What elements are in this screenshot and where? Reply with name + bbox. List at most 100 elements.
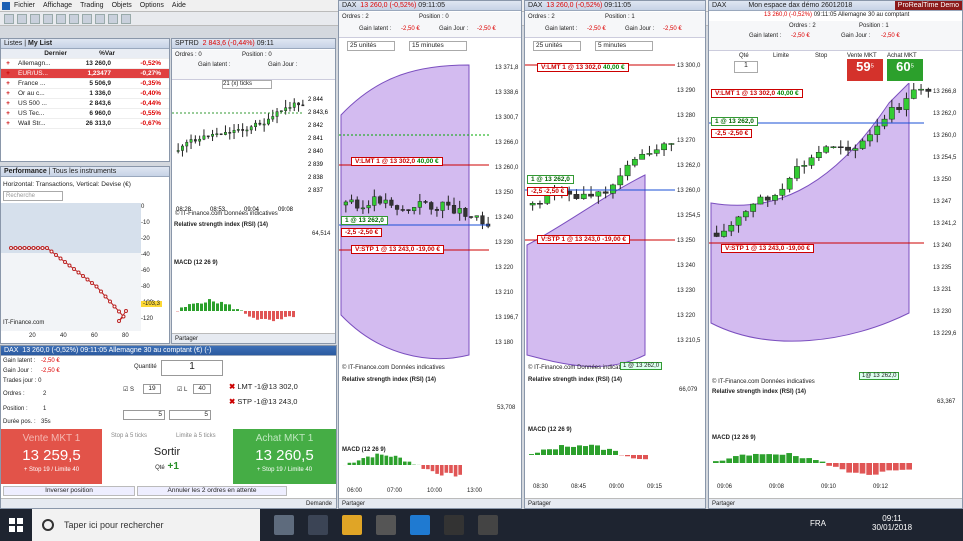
col-header-chg[interactable]: %Var xyxy=(67,50,115,57)
toolbar-button[interactable] xyxy=(56,13,66,24)
share-button[interactable]: Partager xyxy=(175,336,198,342)
toolbar-button[interactable] xyxy=(17,13,27,24)
dax3-symbol[interactable]: DAX xyxy=(712,2,726,9)
ticket-gain-jour: Gain Jour : xyxy=(3,368,33,374)
list-item[interactable]: + Or au c... 1 336,0 -0,40% xyxy=(1,89,169,99)
add-icon[interactable]: + xyxy=(1,70,15,77)
menu-objets[interactable]: Objets xyxy=(112,2,132,9)
file-explorer-icon[interactable] xyxy=(342,515,362,535)
windows-start-icon[interactable] xyxy=(9,518,23,532)
watchlist-name[interactable]: My List xyxy=(28,40,52,47)
candle xyxy=(742,211,749,218)
perf-point xyxy=(22,246,27,250)
dax1-symbol[interactable]: DAX xyxy=(342,2,356,9)
store-icon[interactable] xyxy=(376,515,396,535)
toolbar-button[interactable] xyxy=(4,13,14,24)
dax2-units-select[interactable]: 25 unités xyxy=(533,41,581,51)
app-icon[interactable] xyxy=(444,515,464,535)
list-item[interactable]: + Allemagn... 13 260,0 -0,52% xyxy=(1,59,169,69)
add-icon[interactable]: + xyxy=(1,120,15,127)
dax1-timeframe-select[interactable]: 15 minutes xyxy=(409,41,467,51)
ticket-stop5-button[interactable]: Stop à 5 ticks xyxy=(111,433,147,439)
performance-subtitle: Horizontal: Transactions, Vertical: Devi… xyxy=(3,181,131,188)
dax3-position-tag[interactable]: 1 @ 13 262,0 xyxy=(711,117,758,126)
toolbar-button[interactable] xyxy=(108,13,118,24)
add-icon[interactable]: + xyxy=(1,60,15,67)
list-item[interactable]: + US 500 ... 2 843,6 -0,44% xyxy=(1,99,169,109)
ticket-demande[interactable]: Demande xyxy=(306,501,332,507)
list-item[interactable]: + EUR/US... 1,23477 -0,27% xyxy=(1,69,169,79)
taskbar-language[interactable]: FRA xyxy=(810,519,826,528)
ticket-s-checkbox[interactable]: ☑ S xyxy=(123,386,134,393)
dax2-limit-order-tag[interactable]: V:LMT 1 @ 13 302,0 40,00 € xyxy=(537,63,629,72)
ticket-stop-distance[interactable]: 19 xyxy=(143,384,161,394)
menu-affichage[interactable]: Affichage xyxy=(43,2,72,9)
dax2-symbol[interactable]: DAX xyxy=(528,2,542,9)
dax3-rsi-value: 63,367 xyxy=(937,399,956,405)
macd-bar xyxy=(389,456,393,465)
dax3-qty-input[interactable]: 1 xyxy=(734,61,758,73)
dax1-position-tag[interactable]: 1 @ 13 262,0 xyxy=(341,216,388,225)
candle xyxy=(779,188,786,196)
close-position-button[interactable]: Sortir Qté +1 xyxy=(103,442,231,484)
cancel-stp-icon[interactable]: ✖ xyxy=(229,397,235,406)
add-icon[interactable]: + xyxy=(1,90,15,97)
toolbar-button[interactable] xyxy=(95,13,105,24)
performance-search-input[interactable]: Recherche xyxy=(3,191,63,201)
dax2-stop-order-tag[interactable]: V:STP 1 @ 13 243,0 -19,00 € xyxy=(537,235,631,244)
edge-icon[interactable] xyxy=(410,515,430,535)
toolbar-button[interactable] xyxy=(121,13,131,24)
dax3-stop-order-tag[interactable]: V:STP 1 @ 13 243,0 -19,00 € xyxy=(721,244,815,253)
toolbar-button[interactable] xyxy=(43,13,53,24)
tab-all-instruments[interactable]: Tous les instruments xyxy=(52,168,116,175)
buy-market-button[interactable]: Achat MKT 1 13 260,5 + Stop 19 / Limite … xyxy=(233,429,336,484)
dax1-units-select[interactable]: 25 unités xyxy=(347,41,395,51)
toolbar-button[interactable] xyxy=(82,13,92,24)
tab-performance[interactable]: Performance xyxy=(4,168,47,175)
dax2-timeframe-select[interactable]: 5 minutes xyxy=(595,41,653,51)
ticket-l-checkbox[interactable]: ☑ L xyxy=(177,386,187,393)
spx-symbol[interactable]: SPTRD xyxy=(175,40,199,47)
microphone-icon[interactable] xyxy=(274,515,294,535)
app-icon-2[interactable] xyxy=(478,515,498,535)
toolbar-button[interactable] xyxy=(30,13,40,24)
menu-aide[interactable]: Aide xyxy=(172,2,186,9)
invert-position-button[interactable]: Inverser position xyxy=(3,486,135,496)
taskbar-clock[interactable]: 09:11 30/01/2018 xyxy=(872,514,912,532)
dax3-buy-button[interactable]: 605 xyxy=(887,59,923,81)
sell-market-button[interactable]: Vente MKT 1 13 259,5 + Stop 19 / Limite … xyxy=(1,429,102,484)
add-icon[interactable]: + xyxy=(1,100,15,107)
ticket-limit-ticks[interactable]: 5 xyxy=(169,410,211,420)
ticket-stop-ticks[interactable]: 5 xyxy=(123,410,165,420)
ticket-limit-distance[interactable]: 40 xyxy=(193,384,211,394)
ticket-lim5-button[interactable]: Limite à 5 ticks xyxy=(176,433,216,439)
col-header-last[interactable]: Dernier xyxy=(37,50,67,57)
dax3-sell-button[interactable]: 595 xyxy=(847,59,883,81)
share-button[interactable]: Partager xyxy=(528,501,551,507)
cancel-lmt-icon[interactable]: ✖ xyxy=(229,382,235,391)
add-icon[interactable]: + xyxy=(1,80,15,87)
dax1-stop-order-tag[interactable]: V:STP 1 @ 13 243,0 -19,00 € xyxy=(351,245,445,254)
menu-fichier[interactable]: Fichier xyxy=(14,2,35,9)
share-button[interactable]: Partager xyxy=(342,501,365,507)
ticket-stp-order[interactable]: ✖ STP -1@13 243,0 xyxy=(229,397,297,406)
menu-trading[interactable]: Trading xyxy=(80,2,103,9)
cancel-pending-orders-button[interactable]: Annuler les 2 ordres en attente xyxy=(137,486,287,496)
add-icon[interactable]: + xyxy=(1,110,15,117)
task-view-icon[interactable] xyxy=(308,515,328,535)
share-button[interactable]: Partager xyxy=(712,501,735,507)
dax3-info-panel: Ordres : 2 Position : 1 Gain latent : -2… xyxy=(709,21,962,51)
toolbar-button[interactable] xyxy=(69,13,79,24)
list-item[interactable]: + Wall Str... 26 313,0 -0,67% xyxy=(1,119,169,129)
ticket-lmt-order[interactable]: ✖ LMT -1@13 302,0 xyxy=(229,382,298,391)
spx-ticks-select[interactable]: 21 (x) ticks xyxy=(222,80,272,89)
dax3-limit-order-tag[interactable]: V:LMT 1 @ 13 302,0 40,00 € xyxy=(711,89,803,98)
list-item[interactable]: + France ... 5 506,9 -0,35% xyxy=(1,79,169,89)
list-item[interactable]: + US Tec... 6 960,0 -0,55% xyxy=(1,109,169,119)
dax1-limit-order-tag[interactable]: V:LMT 1 @ 13 302,0 40,00 € xyxy=(351,157,443,166)
menu-options[interactable]: Options xyxy=(140,2,164,9)
perf-credit: IT-Finance.com xyxy=(3,320,45,326)
dax2-position-tag[interactable]: 1 @ 13 262,0 xyxy=(527,175,574,184)
taskbar-search[interactable]: Taper ici pour rechercher xyxy=(32,509,260,541)
ticket-qty-input[interactable]: 1 xyxy=(161,360,223,376)
